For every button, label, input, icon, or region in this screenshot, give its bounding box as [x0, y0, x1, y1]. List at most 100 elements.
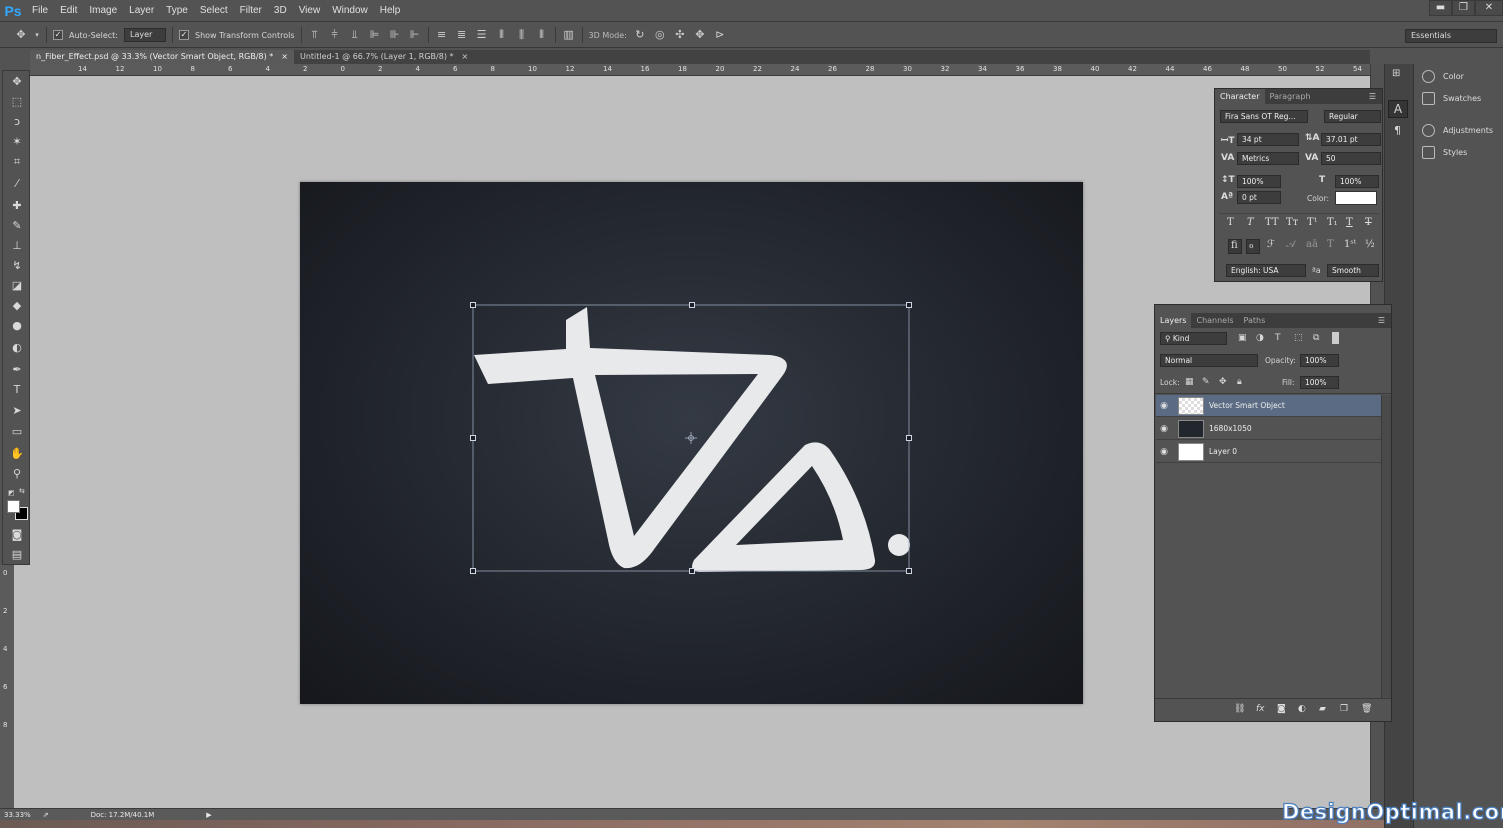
antialias-select[interactable]: Smooth: [1327, 264, 1379, 277]
lasso-tool-icon[interactable]: ↄ: [7, 113, 27, 131]
screen-mode-icon[interactable]: ▤: [7, 546, 27, 564]
filter-toggle-switch[interactable]: [1332, 332, 1339, 344]
visibility-eye-icon[interactable]: ◉: [1156, 401, 1172, 411]
default-colors-icon[interactable]: ◩: [8, 489, 15, 497]
tracking-field[interactable]: 50: [1321, 152, 1381, 165]
brush-tool-icon[interactable]: ✎: [7, 217, 27, 235]
small-caps-icon[interactable]: Tт: [1286, 217, 1298, 228]
magic-wand-icon[interactable]: ✶: [7, 133, 27, 151]
history-icon[interactable]: ⊞: [1392, 68, 1400, 79]
layer-row-1680x1050[interactable]: ◉ 1680x1050: [1156, 418, 1381, 440]
filter-search-icon: ⚲: [1165, 334, 1173, 343]
fractions-icon[interactable]: ½: [1365, 239, 1375, 250]
blur-tool-icon[interactable]: ●: [7, 317, 27, 335]
ligatures-button[interactable]: ﬁ: [1228, 239, 1242, 254]
baseline-shift-field[interactable]: 0 pt: [1237, 191, 1281, 204]
lock-position-icon[interactable]: ✥: [1219, 377, 1227, 387]
paragraph-panel-icon[interactable]: ¶: [1394, 124, 1401, 137]
hand-tool-icon[interactable]: ✋: [7, 445, 27, 463]
all-caps-icon[interactable]: TT: [1265, 217, 1279, 228]
crop-tool-icon[interactable]: ⌗: [7, 153, 27, 171]
lock-pixels-icon[interactable]: ✎: [1202, 377, 1210, 387]
filter-pixel-icon[interactable]: ▣: [1238, 333, 1247, 343]
eraser-tool-icon[interactable]: ◪: [7, 277, 27, 295]
new-adjustment-layer-icon[interactable]: ◐: [1298, 704, 1306, 714]
dock-color[interactable]: Color: [1422, 70, 1464, 83]
font-size-field[interactable]: 34 pt: [1237, 133, 1299, 146]
dock-styles[interactable]: Styles: [1422, 146, 1467, 159]
foreground-color-swatch[interactable]: [7, 500, 20, 513]
visibility-eye-icon[interactable]: ◉: [1156, 424, 1172, 434]
swap-colors-icon[interactable]: ⇆: [19, 487, 25, 495]
faux-bold-icon[interactable]: T: [1227, 217, 1234, 228]
lock-all-icon[interactable]: 🔒︎: [1237, 377, 1242, 387]
filter-adjustment-icon[interactable]: ◑: [1256, 333, 1264, 343]
text-color-swatch[interactable]: [1335, 191, 1377, 205]
subscript-icon[interactable]: T₁: [1327, 217, 1338, 228]
healing-brush-icon[interactable]: ✚: [7, 197, 27, 215]
tab-paths[interactable]: Paths: [1239, 313, 1271, 328]
marquee-tool-icon[interactable]: ⬚: [7, 93, 27, 111]
dock-adjustments[interactable]: Adjustments: [1422, 124, 1493, 137]
ordinals-icon[interactable]: 1ˢᵗ: [1344, 239, 1356, 250]
filter-type-icon[interactable]: T: [1275, 333, 1281, 343]
fill-field[interactable]: 100%: [1300, 376, 1339, 389]
paint-bucket-icon[interactable]: ◆: [7, 297, 27, 315]
layer-row-vector-smart-object[interactable]: ◉ Vector Smart Object: [1156, 395, 1381, 417]
tab-character[interactable]: Character: [1215, 89, 1265, 104]
blend-mode-select[interactable]: Normal: [1160, 354, 1258, 367]
leading-icon: ⇅A: [1305, 133, 1320, 143]
lock-transparent-icon[interactable]: ▦: [1185, 377, 1194, 387]
font-family-select[interactable]: Fira Sans OT Reg...: [1220, 110, 1308, 123]
shape-tool-icon[interactable]: ▭: [7, 423, 27, 441]
zoom-level[interactable]: 33.33%: [4, 811, 31, 819]
move-tool-icon[interactable]: ✥: [7, 73, 27, 91]
zoom-tool-icon[interactable]: ⚲: [7, 465, 27, 483]
status-menu-arrow-icon[interactable]: ▶: [206, 811, 211, 819]
font-style-select[interactable]: Regular: [1324, 110, 1381, 123]
add-mask-icon[interactable]: ◙: [1277, 704, 1286, 714]
layer-row-layer-0[interactable]: ◉ Layer 0: [1156, 441, 1381, 463]
superscript-icon[interactable]: T¹: [1307, 217, 1318, 228]
titling-alternates-icon[interactable]: aā: [1306, 239, 1318, 250]
quick-mask-icon[interactable]: ◙: [7, 526, 27, 544]
visibility-eye-icon[interactable]: ◉: [1156, 447, 1172, 457]
type-tool-icon[interactable]: T: [7, 381, 27, 399]
history-brush-icon[interactable]: ↯: [7, 257, 27, 275]
faux-italic-icon[interactable]: T: [1247, 217, 1254, 228]
horizontal-scale-field[interactable]: 100%: [1335, 175, 1379, 188]
new-layer-icon[interactable]: ❐: [1340, 704, 1348, 714]
clone-stamp-icon[interactable]: ⊥: [7, 237, 27, 255]
panel-menu-icon[interactable]: ☰: [1369, 92, 1376, 101]
dodge-tool-icon[interactable]: ◐: [7, 339, 27, 357]
filter-shape-icon[interactable]: ⬚: [1294, 333, 1303, 343]
pen-tool-icon[interactable]: ✒: [7, 361, 27, 379]
opacity-field[interactable]: 100%: [1300, 354, 1339, 367]
tab-channels[interactable]: Channels: [1191, 313, 1238, 328]
dock-swatches[interactable]: Swatches: [1422, 92, 1481, 105]
vertical-scale-field[interactable]: 100%: [1237, 175, 1281, 188]
language-select[interactable]: English: USA: [1226, 264, 1306, 277]
eyedropper-tool-icon[interactable]: ⁄: [7, 175, 27, 193]
underline-icon[interactable]: T: [1346, 217, 1353, 228]
new-group-icon[interactable]: ▰: [1319, 704, 1326, 714]
strikethrough-icon[interactable]: T: [1365, 217, 1372, 228]
link-layers-icon[interactable]: ⛓: [1234, 704, 1245, 714]
discretionary-ligatures-button[interactable]: ℴ: [1246, 239, 1260, 254]
tab-paragraph[interactable]: Paragraph: [1265, 89, 1316, 104]
panel-menu-icon[interactable]: ☰: [1378, 316, 1385, 325]
layer-style-fx-icon[interactable]: fx: [1256, 704, 1265, 714]
filter-smart-object-icon[interactable]: ⧉: [1313, 333, 1319, 343]
leading-field[interactable]: 37.01 pt: [1321, 133, 1381, 146]
character-panel-icon[interactable]: A: [1388, 100, 1408, 118]
titling-icon[interactable]: T: [1327, 239, 1334, 250]
layer-filter-select[interactable]: ⚲ Kind: [1160, 332, 1227, 345]
share-icon[interactable]: ⇗: [43, 811, 49, 819]
kerning-field[interactable]: Metrics: [1237, 152, 1299, 165]
stylistic-alternates-icon[interactable]: 𝒜: [1286, 239, 1295, 250]
delete-layer-icon[interactable]: 🗑︎: [1361, 704, 1372, 714]
tab-layers[interactable]: Layers: [1155, 313, 1192, 328]
swash-icon[interactable]: ℱ: [1267, 239, 1275, 250]
path-selection-icon[interactable]: ➤: [7, 402, 27, 420]
layers-scrollbar[interactable]: [1381, 395, 1391, 699]
